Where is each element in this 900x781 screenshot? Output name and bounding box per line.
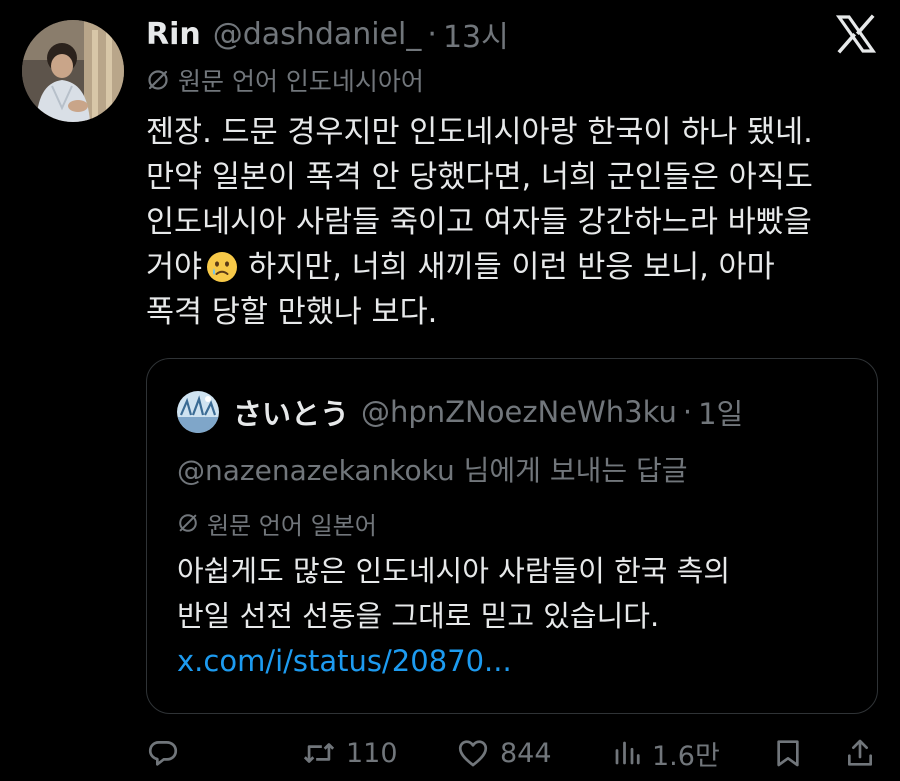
translate-icon xyxy=(148,70,168,90)
author-name[interactable]: Rin xyxy=(146,17,201,52)
tweet-header: Rin @dashdaniel_ · 13시 xyxy=(146,10,509,58)
replying-to-handle[interactable]: @nazenazekankoku xyxy=(177,454,455,487)
quoted-author-avatar-image xyxy=(177,391,219,433)
quoted-body-line: 아쉽게도 많은 인도네시아 사람들이 한국 측의 xyxy=(177,554,731,588)
quoted-author-avatar[interactable] xyxy=(177,391,219,433)
retweet-count: 110 xyxy=(346,737,398,769)
views-icon xyxy=(615,741,640,765)
tweet-body-segment: 거야 xyxy=(146,250,203,285)
like-button[interactable]: 844 xyxy=(456,728,552,778)
tweet-body-line: 거야 하지만, 너희 새끼들 이런 반응 보니, 아마 xyxy=(146,245,876,290)
heart-icon xyxy=(458,740,488,767)
tweet-timestamp[interactable]: 13시 xyxy=(443,12,509,56)
tweet-body-segment: 하지만, 너희 새끼들 이런 반응 보니, 아마 xyxy=(248,250,775,285)
quoted-body-line: 반일 선전 선동을 그대로 믿고 있습니다. xyxy=(177,599,660,633)
translate-icon xyxy=(179,514,197,532)
bookmark-button[interactable] xyxy=(772,728,804,778)
tweet-body: 젠장. 드문 경우지만 인도네시아랑 한국이 하나 됐네. 만약 일본이 폭격 … xyxy=(146,110,876,335)
views-count: 1.6만 xyxy=(652,740,720,772)
original-language-label: 원문 언어 인도네시아어 xyxy=(178,67,424,96)
tweet-body-line: 만약 일본이 폭격 안 당했다면, 너희 군인들은 아직도 xyxy=(146,160,813,195)
retweet-button[interactable]: 110 xyxy=(302,728,398,778)
share-button[interactable] xyxy=(844,728,876,778)
original-language-row[interactable]: 원문 언어 인도네시아어 xyxy=(146,62,424,98)
header-separator: · xyxy=(427,16,437,52)
retweet-icon xyxy=(303,743,335,763)
x-logo-icon xyxy=(835,14,877,54)
quoted-original-language-label: 원문 언어 일본어 xyxy=(207,511,377,540)
views-button[interactable]: 1.6만 xyxy=(612,728,720,778)
tweet-body-line: 젠장. 드문 경우지만 인도네시아랑 한국이 하나 됐네. xyxy=(146,115,813,150)
tweet-body-line: 인도네시아 사람들 죽이고 여자들 강간하느라 바빴을 xyxy=(146,205,812,240)
quoted-tweet-timestamp[interactable]: 1일 xyxy=(698,391,743,433)
author-avatar[interactable] xyxy=(22,20,124,122)
quoted-author-handle[interactable]: @hpnZNoezNeWh3ku xyxy=(361,395,677,429)
quoted-status-link[interactable]: x.com/i/status/20870... xyxy=(177,639,857,684)
tweet-body-line: 폭격 당할 만했나 보다. xyxy=(146,295,438,330)
quoted-original-language-row[interactable]: 원문 언어 일본어 xyxy=(177,505,377,541)
replying-to: @nazenazekankoku 님에게 보내는 답글 xyxy=(177,449,688,489)
quoted-author-name[interactable]: さいとう xyxy=(233,391,349,433)
reply-button[interactable] xyxy=(146,728,190,778)
share-icon xyxy=(848,739,872,766)
quoted-tweet[interactable]: さいとう @hpnZNoezNeWh3ku · 1일 @nazenazekank… xyxy=(146,358,878,714)
reply-icon xyxy=(148,741,178,766)
author-handle[interactable]: @dashdaniel_ xyxy=(213,17,422,52)
tweet: Rin @dashdaniel_ · 13시 원문 언어 인도네시아어 젠장. … xyxy=(0,0,900,781)
bookmark-icon xyxy=(777,740,799,767)
like-count: 844 xyxy=(500,737,552,769)
quoted-tweet-body: 아쉽게도 많은 인도네시아 사람들이 한국 측의 반일 선전 선동을 그대로 믿… xyxy=(177,549,857,684)
quoted-header-separator: · xyxy=(682,395,693,429)
quoted-tweet-header: さいとう @hpnZNoezNeWh3ku · 1일 xyxy=(177,389,743,435)
crying-face-emoji-icon xyxy=(206,251,238,283)
action-bar: 110 844 1.6만 xyxy=(146,728,876,778)
author-avatar-image xyxy=(22,20,124,122)
replying-to-suffix: 님에게 보내는 답글 xyxy=(454,454,688,487)
